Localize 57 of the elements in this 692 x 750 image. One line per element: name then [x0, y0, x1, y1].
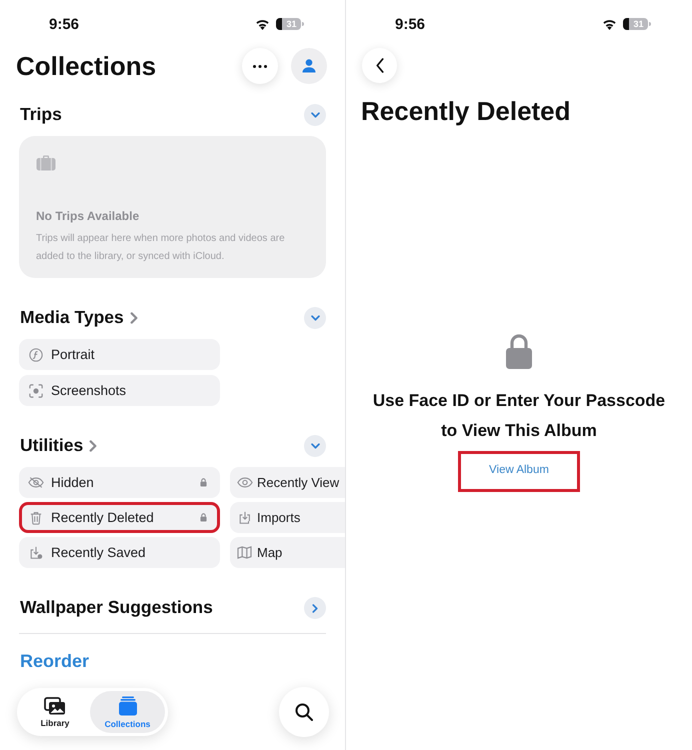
chevron-left-icon	[376, 58, 384, 73]
tray-arrow-badge-icon	[28, 546, 42, 560]
status-time: 9:56	[395, 16, 426, 32]
section-title: Wallpaper Suggestions	[20, 599, 213, 617]
back-button[interactable]	[362, 48, 397, 83]
map-icon	[237, 546, 252, 559]
page-title: Recently Deleted	[361, 96, 571, 126]
screenshot-icon	[28, 384, 42, 398]
lock-icon	[506, 333, 532, 369]
chevron-right-icon	[312, 604, 318, 612]
ellipsis-icon	[253, 64, 267, 68]
wifi-icon	[255, 18, 270, 30]
status-time: 9:56	[49, 16, 80, 32]
chevron-right-icon	[130, 312, 138, 324]
collection-item[interactable]: Portrait	[19, 339, 220, 370]
tab[interactable]: Library	[20, 691, 90, 733]
chevron-right-icon	[89, 440, 98, 452]
section-title: Media Types	[20, 309, 124, 327]
wifi-icon	[602, 18, 617, 30]
collection-item[interactable]: Map	[230, 537, 345, 568]
section-toggle-button[interactable]	[304, 104, 326, 126]
empty-state-title: No Trips Available	[36, 210, 140, 222]
section-toggle-button[interactable]	[304, 307, 326, 329]
section-title: Utilities	[20, 437, 84, 455]
lock-icon	[200, 513, 207, 522]
stack-icon	[118, 696, 138, 716]
photos-icon	[44, 696, 66, 715]
chevron-down-icon	[310, 443, 320, 449]
collection-item[interactable]: Imports	[230, 502, 345, 533]
section-toggle-button[interactable]	[304, 435, 326, 457]
trash-icon	[30, 510, 42, 524]
search-button[interactable]	[279, 687, 329, 737]
empty-state-text: Trips will appear here when more photos and videos are added to the library, or synced with iCloud.	[36, 232, 286, 264]
account-button[interactable]	[291, 48, 327, 84]
lock-icon	[200, 478, 207, 487]
eye-icon	[236, 477, 252, 488]
f-stop-icon	[28, 348, 42, 362]
collection-item[interactable]: Recently Deleted	[19, 502, 220, 533]
tray-arrow-icon	[238, 510, 252, 524]
collection-item[interactable]: Recently View	[230, 467, 345, 498]
lock-message: Use Face ID or Enter Your Passcode to View This Album	[372, 390, 666, 442]
section-title: Trips	[20, 106, 62, 124]
view-album-button[interactable]: View Album	[458, 451, 580, 492]
collection-item[interactable]: Screenshots	[19, 375, 220, 406]
battery-indicator: 31	[276, 18, 304, 30]
search-icon	[295, 703, 313, 721]
eye-slash-icon	[28, 476, 44, 489]
suitcase-icon	[36, 155, 56, 171]
section-toggle-button[interactable]	[304, 597, 326, 619]
chevron-down-icon	[310, 315, 320, 321]
collection-item[interactable]: Hidden	[19, 467, 220, 498]
reorder-link[interactable]: Reorder	[20, 651, 90, 671]
person-icon	[302, 59, 316, 73]
battery-indicator: 31	[623, 18, 651, 30]
page-title: Collections	[16, 53, 156, 79]
chevron-down-icon	[310, 112, 320, 118]
collection-item[interactable]: Recently Saved	[19, 537, 220, 568]
